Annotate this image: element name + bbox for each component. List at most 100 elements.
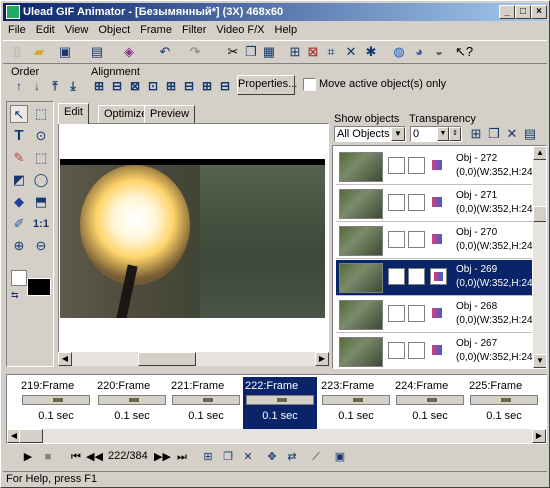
text-tool-icon[interactable]: T [10, 127, 28, 145]
stop-icon[interactable]: ■ [40, 449, 56, 465]
globe-icon[interactable]: ◍ [391, 44, 407, 60]
chevron-down-icon[interactable]: ▼ [437, 127, 449, 141]
color-palette-icon[interactable]: ◈ [121, 44, 137, 60]
close-button[interactable]: × [531, 5, 547, 19]
crop-tool-icon[interactable]: ⬒ [32, 193, 50, 211]
magic-wand-tool-icon[interactable]: ⬚ [32, 149, 50, 167]
duplicate-object-icon[interactable]: ❐ [486, 126, 502, 142]
lock-checkbox[interactable] [408, 305, 425, 322]
align-top-icon[interactable]: ⊡ [145, 78, 161, 94]
frame-item[interactable]: 219:Frame 0.1 sec [19, 377, 93, 429]
frame-item[interactable]: 221:Frame 0.1 sec [169, 377, 243, 429]
frame-properties-icon[interactable]: ▣ [332, 449, 348, 465]
last-frame-icon[interactable]: ⏭ [174, 449, 190, 465]
align-left-icon[interactable]: ⊞ [91, 78, 107, 94]
zoom-in-icon[interactable]: ⊕ [10, 237, 28, 255]
frame-item[interactable]: 224:Frame 0.1 sec [393, 377, 467, 429]
foreground-color-swatch[interactable] [27, 278, 51, 296]
delete-frame-icon[interactable]: ✕ [240, 449, 256, 465]
reduce-frames-icon[interactable]: ⟋ [308, 449, 324, 465]
object-list-vscroll-thumb[interactable] [533, 206, 546, 222]
cut-icon[interactable]: ✂ [225, 44, 241, 60]
menu-frame[interactable]: Frame [135, 22, 177, 39]
tween-icon[interactable]: ✥ [264, 449, 280, 465]
web-icon[interactable]: ◒ [431, 44, 447, 60]
lock-checkbox[interactable] [408, 194, 425, 211]
print-preview-icon[interactable]: ▤ [89, 44, 105, 60]
list-item[interactable]: Obj - 272 (0,0)(W:352,H:240 [336, 149, 538, 185]
align-right-icon[interactable]: ⊠ [127, 78, 143, 94]
visibility-checkbox[interactable] [388, 268, 405, 285]
new-file-icon[interactable]: ▯ [9, 44, 25, 60]
bring-forward-icon[interactable]: ↑ [11, 78, 27, 94]
transparency-spinner[interactable]: 0 ▼ ⇕ [410, 126, 462, 142]
minimize-button[interactable]: _ [499, 5, 515, 19]
align-center-icon[interactable]: ⊞ [199, 78, 215, 94]
frame-hscrollbar[interactable]: ◀ ▶ [7, 429, 546, 443]
visibility-checkbox[interactable] [388, 194, 405, 211]
swap-colors-icon[interactable]: ⇆ [11, 290, 19, 301]
brush-tool-icon[interactable]: ✎ [10, 149, 28, 167]
add-frame-icon[interactable]: ⊞ [200, 449, 216, 465]
align-full-icon[interactable]: ⊟ [217, 78, 233, 94]
lock-checkbox[interactable] [408, 231, 425, 248]
chevron-down-icon[interactable]: ▼ [391, 127, 405, 141]
next-frame-icon[interactable]: ▶▶ [154, 449, 171, 465]
previous-frame-icon[interactable]: ◀◀ [86, 449, 103, 465]
visibility-checkbox[interactable] [388, 342, 405, 359]
duplicate-frame-icon[interactable]: ❐ [220, 449, 236, 465]
canvas-hscrollbar[interactable]: ◀ ▶ [58, 352, 329, 366]
marquee-tool-icon[interactable]: ⬚ [32, 105, 50, 123]
lock-checkbox[interactable] [408, 268, 425, 285]
scroll-right-icon[interactable]: ▶ [315, 352, 329, 366]
object-properties-icon[interactable]: ▤ [522, 126, 538, 142]
crop-icon[interactable]: ⌗ [323, 44, 339, 60]
tab-edit[interactable]: Edit [58, 103, 89, 124]
list-item[interactable]: Obj - 270 (0,0)(W:352,H:240 [336, 223, 538, 259]
gear-icon[interactable]: ✱ [363, 44, 379, 60]
menu-video-fx[interactable]: Video F/X [211, 22, 269, 39]
new-object-icon[interactable]: ⊞ [468, 126, 484, 142]
copy-icon[interactable]: ❐ [243, 44, 259, 60]
scroll-down-icon[interactable]: ▼ [533, 354, 546, 368]
object-list-vscrollbar[interactable]: ▲ ▼ [533, 146, 546, 368]
lasso-tool-icon[interactable]: ⊙ [32, 127, 50, 145]
redo-icon[interactable]: ↷ [187, 44, 203, 60]
send-backward-icon[interactable]: ↓ [29, 78, 45, 94]
align-vcenter-icon[interactable]: ⊞ [163, 78, 179, 94]
zoom-out-icon[interactable]: ⊖ [32, 237, 50, 255]
frame-item-selected[interactable]: 222:Frame 0.1 sec [243, 377, 317, 429]
align-hcenter-icon[interactable]: ⊟ [109, 78, 125, 94]
spin-icon[interactable]: ⇕ [449, 127, 461, 141]
menu-help[interactable]: Help [270, 22, 303, 39]
pick-tool-icon[interactable]: ↖ [10, 105, 28, 123]
align-bottom-icon[interactable]: ⊟ [181, 78, 197, 94]
scroll-right-icon[interactable]: ▶ [532, 429, 546, 443]
lock-checkbox[interactable] [408, 342, 425, 359]
visibility-checkbox[interactable] [388, 157, 405, 174]
optimize-icon[interactable]: ◕ [411, 44, 427, 60]
play-icon[interactable]: ▶ [20, 449, 36, 465]
maximize-button[interactable]: □ [515, 5, 531, 19]
canvas-area[interactable] [58, 123, 329, 358]
reverse-frames-icon[interactable]: ⇄ [284, 449, 300, 465]
menu-object[interactable]: Object [93, 22, 135, 39]
list-item[interactable]: Obj - 267 (0,0)(W:352,H:240 [336, 334, 538, 368]
list-item[interactable]: Obj - 268 (0,0)(W:352,H:240 [336, 297, 538, 333]
send-to-back-icon[interactable]: ⤓ [65, 78, 81, 94]
list-item[interactable]: Obj - 271 (0,0)(W:352,H:240 [336, 186, 538, 222]
frame-item[interactable]: 225:Frame 0.1 sec [467, 377, 541, 429]
scroll-up-icon[interactable]: ▲ [533, 146, 546, 160]
menu-filter[interactable]: Filter [177, 22, 211, 39]
actual-size-icon[interactable]: 1:1 [32, 215, 50, 233]
visibility-checkbox[interactable] [388, 305, 405, 322]
properties-button[interactable]: Properties... [237, 75, 297, 95]
bring-to-front-icon[interactable]: ⤒ [47, 78, 63, 94]
frame-hscroll-thumb[interactable] [19, 429, 43, 443]
canvas-hscroll-thumb[interactable] [138, 352, 196, 366]
save-icon[interactable]: ▣ [57, 44, 73, 60]
tween-icon[interactable]: ✕ [343, 44, 359, 60]
eyedropper-tool-icon[interactable]: ✐ [10, 215, 28, 233]
add-frame-icon[interactable]: ⊞ [287, 44, 303, 60]
fill-tool-icon[interactable]: ◆ [10, 193, 28, 211]
